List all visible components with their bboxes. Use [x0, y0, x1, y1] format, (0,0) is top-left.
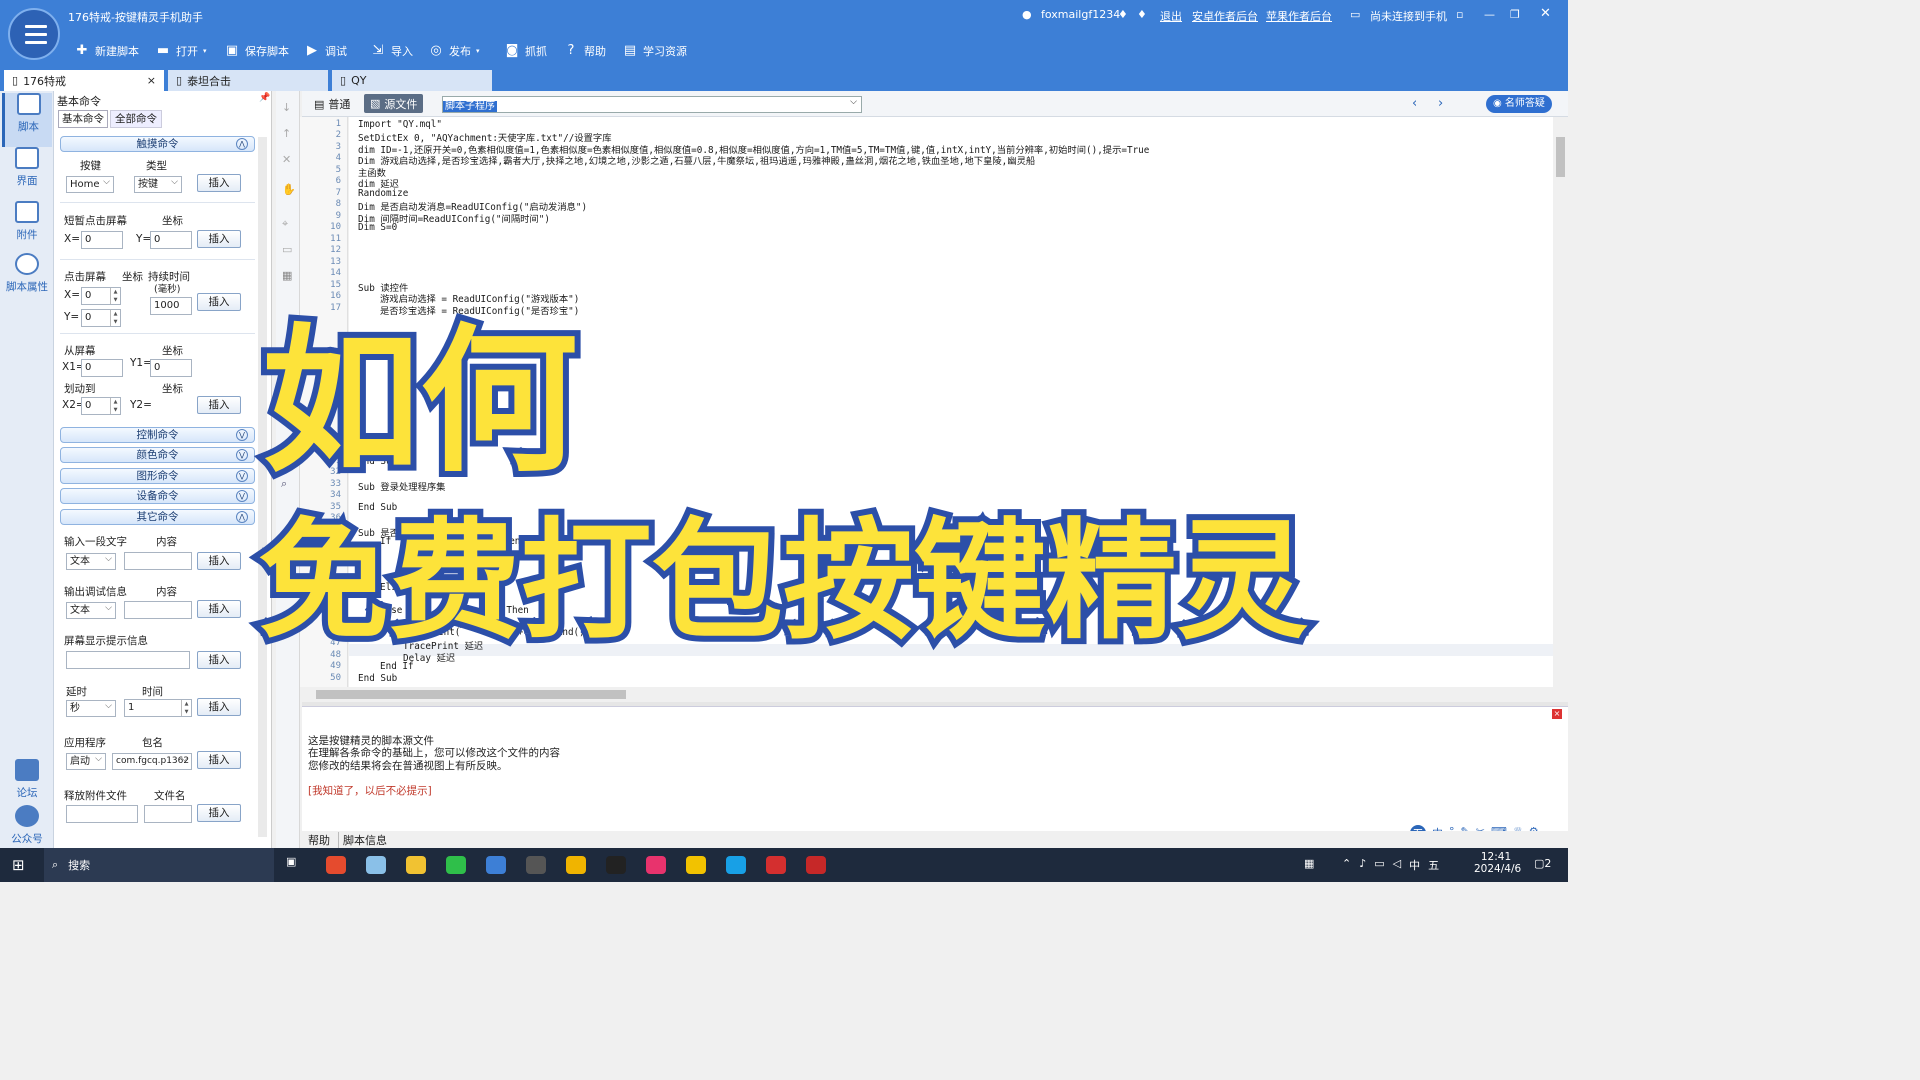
wps-icon[interactable]	[766, 856, 786, 874]
volume-icon: ◁	[1392, 857, 1402, 870]
search-icon: ⌕	[52, 858, 59, 871]
app-icon[interactable]	[366, 856, 386, 874]
notification-count: 2	[1544, 857, 1552, 870]
app-icon[interactable]	[646, 856, 666, 874]
close-pane-icon[interactable]: ×	[1552, 709, 1562, 719]
search-label: 搜索	[68, 859, 91, 872]
bottom-tabs: 帮助 脚本信息	[302, 831, 1568, 848]
lang-indicator: 中	[1409, 859, 1421, 872]
input-indicator-icon[interactable]: ▦	[1304, 857, 1314, 870]
chrome-icon[interactable]	[326, 856, 346, 874]
taskbar-search[interactable]: ⌕ 搜索	[44, 848, 274, 882]
tray-icons[interactable]: ⌃ ♪ ▭ ◁ 中五	[1342, 857, 1439, 873]
clock-date: 2024/4/6	[1474, 863, 1522, 875]
clock[interactable]: 12:41 2024/4/6	[1474, 851, 1522, 875]
k-app-icon[interactable]	[526, 856, 546, 874]
tab-help[interactable]: 帮助	[308, 832, 330, 848]
overlay-line1: 如何	[262, 310, 578, 494]
explorer-icon[interactable]	[406, 856, 426, 874]
windows-start-icon[interactable]: ⊞	[12, 856, 25, 874]
tab-script-info[interactable]: 脚本信息	[338, 832, 387, 848]
clock-time: 12:41	[1480, 851, 1512, 863]
anjian-app-icon[interactable]	[486, 856, 506, 874]
taskbar: ⊞ ⌕ 搜索 ▣ ▦ ⌃ ♪ ▭ ◁ 中五 12:41 2024/4/6 ▢2	[0, 848, 1568, 882]
app-icon[interactable]	[566, 856, 586, 874]
app-icon[interactable]	[686, 856, 706, 874]
overlay-line2: 免费打包按键精灵	[258, 505, 1308, 657]
app-icon[interactable]	[726, 856, 746, 874]
network-icon: ▭	[1374, 857, 1385, 870]
notification-icon[interactable]: ▢2	[1534, 857, 1551, 870]
task-view-icon[interactable]: ▣	[286, 855, 296, 868]
capcut-icon[interactable]	[606, 856, 626, 874]
chevron-up-icon: ⌃	[1342, 857, 1352, 870]
wechat-app-icon[interactable]	[446, 856, 466, 874]
ime-tray-icon: 五	[1428, 859, 1440, 872]
mic-icon: ♪	[1359, 857, 1367, 870]
info-line: 您修改的结果将会在普通视图上有所反映。	[308, 760, 508, 772]
info-pane: × 这是按键精灵的脚本源文件 在理解各条命令的基础上，您可以修改这个文件的内容 …	[302, 706, 1568, 841]
recorder-icon[interactable]	[806, 856, 826, 874]
dismiss-link[interactable]: [我知道了，以后不必提示]	[308, 783, 432, 798]
